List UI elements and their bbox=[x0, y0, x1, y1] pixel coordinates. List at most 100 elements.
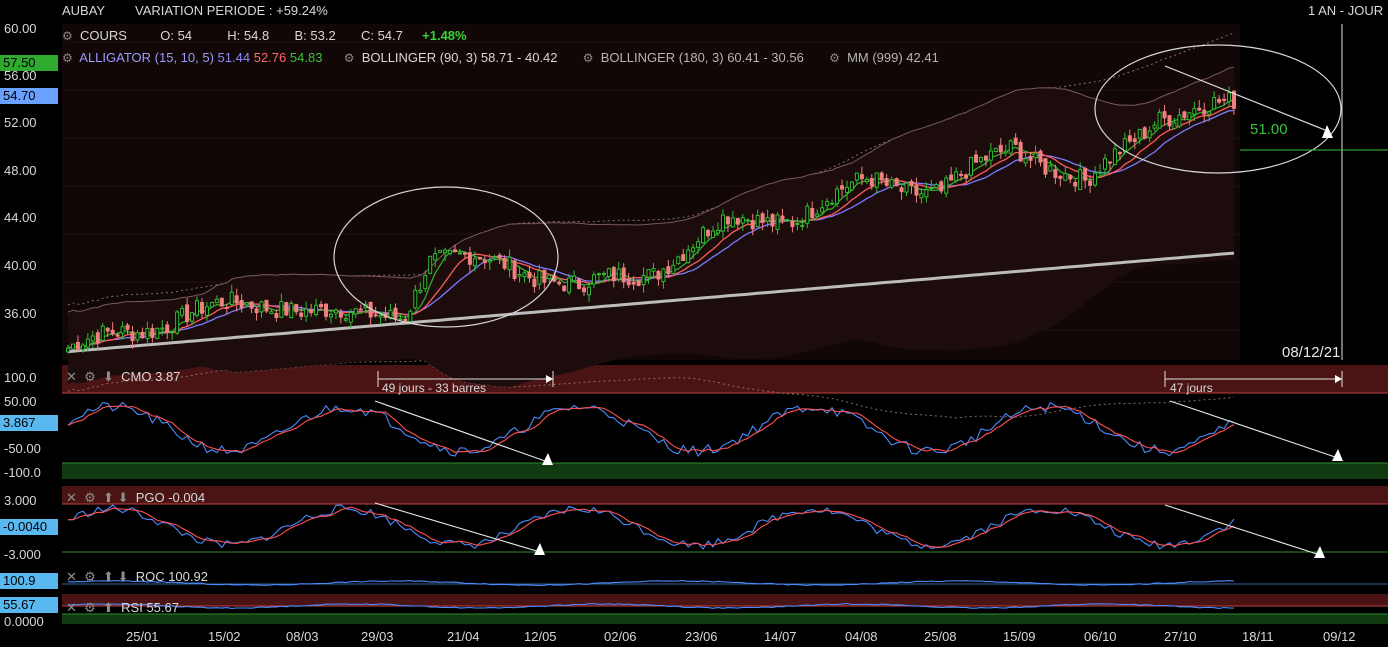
x-tick: 23/06 bbox=[685, 629, 718, 644]
candle-body bbox=[914, 185, 919, 196]
candle-body bbox=[1003, 150, 1008, 154]
candle-body bbox=[289, 302, 294, 318]
gear-icon[interactable]: ⚙ bbox=[84, 569, 96, 584]
candle-body bbox=[1227, 92, 1232, 103]
candle-body bbox=[715, 229, 720, 234]
cmo-header: ✕ ⚙ ⬇ CMO 3.87 bbox=[66, 369, 180, 385]
candle-body bbox=[1177, 114, 1182, 127]
candle-body bbox=[725, 216, 730, 225]
candle-body bbox=[1043, 158, 1048, 175]
arrow-down-icon[interactable]: ⬇ bbox=[103, 369, 114, 384]
close-icon[interactable]: ✕ bbox=[66, 369, 77, 384]
close-icon[interactable]: ✕ bbox=[66, 569, 77, 584]
candle-body bbox=[199, 302, 204, 314]
low-label: B: bbox=[294, 28, 307, 43]
cmo-panel-bg bbox=[62, 393, 1388, 463]
candle-body bbox=[1107, 161, 1112, 164]
candle-body bbox=[666, 266, 671, 275]
period-variation: VARIATION PERIODE : +59.24% bbox=[135, 3, 328, 18]
candle-body bbox=[507, 256, 512, 271]
candle-body bbox=[279, 300, 284, 318]
close-icon[interactable]: ✕ bbox=[66, 490, 77, 505]
candle-body bbox=[95, 332, 100, 344]
candle-body bbox=[324, 303, 329, 317]
candle-body bbox=[661, 268, 666, 283]
candle-body bbox=[954, 171, 959, 182]
x-tick: 14/07 bbox=[764, 629, 797, 644]
x-tick: 25/01 bbox=[126, 629, 159, 644]
bollinger-90-label: BOLLINGER (90, 3) 58.71 - 40.42 bbox=[361, 50, 558, 65]
pgo-header-band bbox=[62, 486, 1388, 504]
candle-body bbox=[840, 185, 845, 190]
candle-body bbox=[294, 304, 299, 313]
target-price-label: 51.00 bbox=[1250, 121, 1288, 138]
candle-body bbox=[939, 181, 944, 192]
candle-body bbox=[393, 307, 398, 319]
gear-icon[interactable]: ⚙ bbox=[84, 490, 96, 505]
candle-body bbox=[1098, 171, 1103, 174]
candle-body bbox=[591, 274, 596, 285]
candle-body bbox=[572, 275, 577, 282]
candle-body bbox=[686, 249, 691, 264]
candle-body bbox=[646, 269, 651, 278]
candle-body bbox=[795, 222, 800, 225]
candle-body bbox=[701, 227, 706, 244]
candle-body bbox=[165, 324, 170, 333]
candle-body bbox=[457, 252, 462, 255]
close-label: C: bbox=[360, 28, 374, 43]
candle-body bbox=[150, 327, 155, 338]
pgo-flag: -0.0040 bbox=[0, 519, 58, 535]
candle-body bbox=[681, 254, 686, 262]
arrow-up-icon[interactable]: ⬆ bbox=[103, 600, 114, 615]
candle-body bbox=[120, 326, 125, 334]
candle-body bbox=[810, 208, 815, 219]
pgo-panel-bg bbox=[62, 504, 1388, 552]
candle-body bbox=[691, 247, 696, 253]
high-value: 54.8 bbox=[243, 28, 270, 43]
x-tick: 15/09 bbox=[1003, 629, 1036, 644]
symbol-title: AUBAY bbox=[62, 3, 106, 18]
candle-body bbox=[1197, 107, 1202, 111]
arrow-down-icon[interactable]: ⬇ bbox=[118, 490, 129, 505]
candle-body bbox=[586, 286, 591, 296]
gear-icon[interactable]: ⚙ bbox=[344, 51, 355, 65]
gear-icon[interactable]: ⚙ bbox=[583, 51, 594, 65]
gear-icon[interactable]: ⚙ bbox=[62, 51, 73, 65]
roc-header: ✕ ⚙ ⬆ ⬇ ROC 100.92 bbox=[66, 569, 208, 585]
candle-body bbox=[428, 255, 433, 274]
candle-body bbox=[1217, 98, 1222, 103]
candle-body bbox=[100, 325, 105, 342]
candle-body bbox=[1008, 140, 1013, 154]
candle-body bbox=[527, 271, 532, 279]
candle-body bbox=[621, 267, 626, 283]
candle-body bbox=[775, 214, 780, 230]
candle-body bbox=[1137, 129, 1142, 139]
candle-body bbox=[596, 273, 601, 276]
arrow-up-icon[interactable]: ⬆ bbox=[103, 490, 114, 505]
candle-body bbox=[626, 278, 631, 286]
close-icon[interactable]: ✕ bbox=[66, 600, 77, 615]
candle-body bbox=[755, 215, 760, 228]
candle-body bbox=[522, 272, 527, 278]
candle-body bbox=[274, 313, 279, 319]
arrow-up-icon[interactable]: ⬆ bbox=[103, 569, 114, 584]
pgo-title: PGO -0.004 bbox=[135, 490, 206, 505]
gear-icon[interactable]: ⚙ bbox=[84, 369, 96, 384]
candle-body bbox=[1152, 124, 1157, 129]
candle-body bbox=[993, 147, 998, 152]
candle-body bbox=[130, 331, 135, 342]
candle-body bbox=[1068, 174, 1073, 180]
gear-icon[interactable]: ⚙ bbox=[62, 29, 73, 43]
timeframe-label[interactable]: 1 AN - JOUR bbox=[1308, 3, 1383, 18]
arrow-down-icon[interactable]: ⬇ bbox=[118, 569, 129, 584]
candle-body bbox=[919, 193, 924, 199]
bollinger-180-label: BOLLINGER (180, 3) 60.41 - 30.56 bbox=[600, 50, 804, 65]
candle-body bbox=[616, 268, 621, 280]
candle-body bbox=[720, 214, 725, 232]
gear-icon[interactable]: ⚙ bbox=[829, 51, 840, 65]
candle-body bbox=[641, 275, 646, 285]
price-flag-high: 57.50 bbox=[0, 55, 58, 71]
pgo-tick: 3.000 bbox=[4, 493, 37, 508]
x-tick: 09/12 bbox=[1323, 629, 1356, 644]
gear-icon[interactable]: ⚙ bbox=[84, 600, 96, 615]
